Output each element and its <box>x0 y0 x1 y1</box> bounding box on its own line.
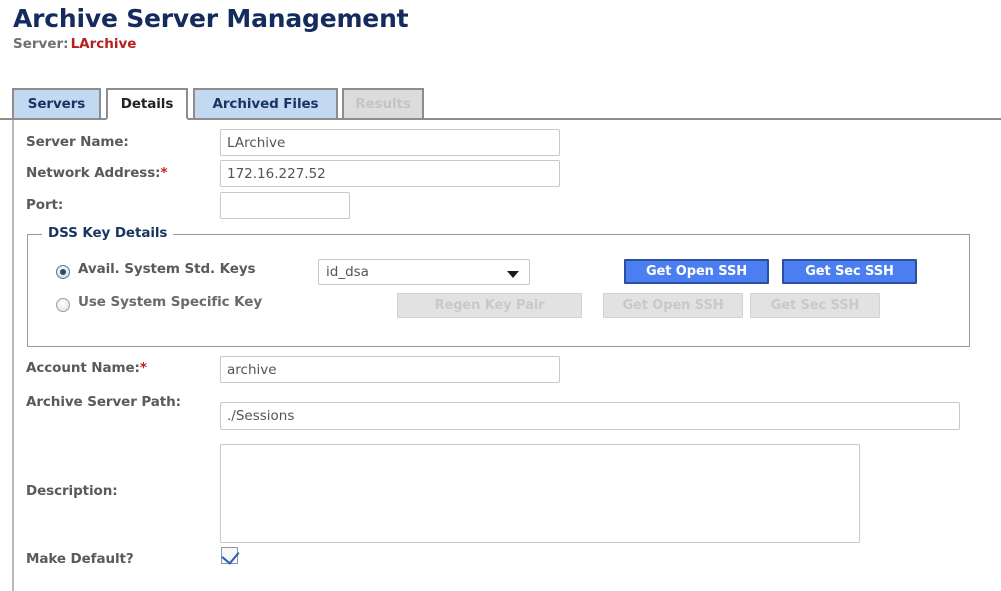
get-open-ssh-button-disabled: Get Open SSH <box>603 293 743 318</box>
account-name-label-text: Account Name: <box>26 360 140 376</box>
page-header: Archive Server Management Server: LArchiv… <box>13 4 409 53</box>
chevron-down-icon <box>507 271 519 278</box>
network-address-label: Network Address:* <box>26 165 168 181</box>
tab-details[interactable]: Details <box>106 88 188 120</box>
make-default-checkbox[interactable] <box>221 546 240 565</box>
port-label: Port: <box>26 197 64 213</box>
get-sec-ssh-button[interactable]: Get Sec SSH <box>782 259 917 284</box>
key-select-dropdown[interactable]: id_dsa <box>318 259 530 285</box>
description-textarea[interactable] <box>220 444 860 543</box>
regen-key-pair-button: Regen Key Pair <box>397 293 582 318</box>
description-label: Description: <box>26 483 118 499</box>
radio-use-system-specific-key[interactable] <box>56 298 70 312</box>
regen-key-pair-button-label: Regen Key Pair <box>434 298 545 313</box>
get-sec-ssh-button-disabled-label: Get Sec SSH <box>770 298 860 313</box>
get-sec-ssh-button-disabled: Get Sec SSH <box>750 293 880 318</box>
tab-archived-files-label: Archived Files <box>212 96 319 112</box>
server-name-label: Server Name: <box>26 134 129 150</box>
server-name-input[interactable]: LArchive <box>220 129 560 156</box>
tab-results-label: Results <box>355 96 411 112</box>
page-title: Archive Server Management <box>13 4 409 33</box>
checkmark-icon <box>221 546 240 565</box>
account-name-input[interactable]: archive <box>220 356 560 383</box>
key-select-value: id_dsa <box>326 264 369 280</box>
tab-bar: Servers Details Archived Files Results <box>0 88 1001 120</box>
details-form-panel: Server Name: LArchive Network Address:* … <box>12 120 1001 591</box>
network-address-label-text: Network Address: <box>26 165 161 181</box>
archive-server-path-label: Archive Server Path: <box>26 394 181 410</box>
server-subtitle: Server: LArchive <box>13 36 408 53</box>
account-name-label: Account Name:* <box>26 360 147 376</box>
server-label: Server: <box>13 36 69 52</box>
tab-details-label: Details <box>120 96 174 112</box>
get-open-ssh-button-label: Get Open SSH <box>645 264 747 279</box>
radio-use-system-specific-key-label: Use System Specific Key <box>78 294 263 310</box>
make-default-label: Make Default? <box>26 551 134 567</box>
radio-avail-system-std-keys[interactable] <box>56 265 70 279</box>
tab-servers[interactable]: Servers <box>12 88 101 118</box>
dss-key-details-legend: DSS Key Details <box>42 225 174 241</box>
radio-avail-system-std-keys-label: Avail. System Std. Keys <box>78 261 256 277</box>
get-open-ssh-button[interactable]: Get Open SSH <box>624 259 769 284</box>
tab-results: Results <box>342 88 424 118</box>
required-asterisk: * <box>160 165 168 181</box>
get-sec-ssh-button-label: Get Sec SSH <box>805 264 894 279</box>
archive-server-path-input[interactable]: ./Sessions <box>220 402 960 430</box>
get-open-ssh-button-disabled-label: Get Open SSH <box>622 298 724 313</box>
tab-servers-label: Servers <box>27 96 86 112</box>
tab-archived-files[interactable]: Archived Files <box>193 88 338 118</box>
port-input[interactable] <box>220 192 350 219</box>
server-name-value: LArchive <box>70 36 137 52</box>
dss-key-details-fieldset: DSS Key Details Avail. System Std. Keys … <box>27 225 970 347</box>
required-asterisk: * <box>139 360 147 376</box>
network-address-input[interactable]: 172.16.227.52 <box>220 160 560 187</box>
